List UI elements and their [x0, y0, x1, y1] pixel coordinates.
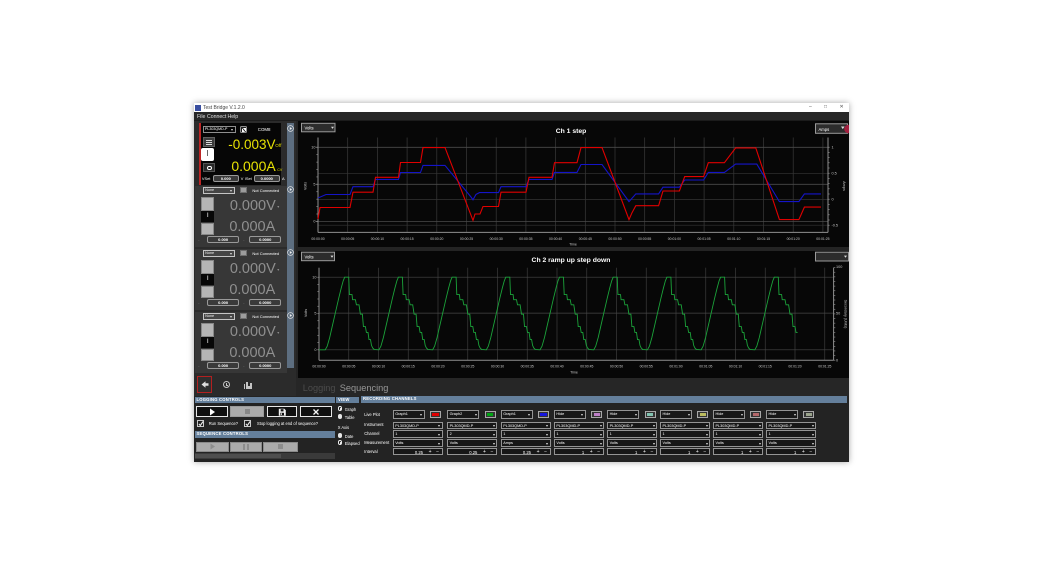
svg-text:Time: Time — [569, 243, 577, 247]
svg-text:Ch 2 ramp up step down: Ch 2 ramp up step down — [532, 257, 611, 264]
svg-text:Volts: Volts — [304, 182, 308, 190]
svg-text:00:00:55: 00:00:55 — [638, 237, 651, 241]
svg-text:00:01:10: 00:01:10 — [727, 237, 740, 241]
svg-text:1: 1 — [832, 146, 834, 150]
svg-text:00:00:45: 00:00:45 — [579, 237, 592, 241]
svg-text:0: 0 — [313, 220, 315, 224]
svg-text:00:00:20: 00:00:20 — [430, 237, 443, 241]
svg-text:00:00:50: 00:00:50 — [608, 237, 621, 241]
svg-text:10: 10 — [311, 146, 315, 150]
svg-text:0: 0 — [836, 359, 838, 363]
svg-text:Volts: Volts — [305, 255, 314, 260]
svg-text:00:00:40: 00:00:40 — [549, 237, 562, 241]
svg-text:00:00:15: 00:00:15 — [400, 237, 413, 241]
svg-text:00:00:00: 00:00:00 — [312, 365, 325, 369]
svg-text:00:00:40: 00:00:40 — [550, 365, 563, 369]
svg-text:00:00:05: 00:00:05 — [341, 237, 354, 241]
svg-text:00:01:25: 00:01:25 — [818, 365, 831, 369]
svg-text:00:01:15: 00:01:15 — [759, 365, 772, 369]
svg-text:00:01:00: 00:01:00 — [668, 237, 681, 241]
svg-text:10: 10 — [312, 276, 316, 280]
svg-text:00:00:25: 00:00:25 — [460, 237, 473, 241]
svg-text:00:01:15: 00:01:15 — [757, 237, 770, 241]
svg-text:00:00:35: 00:00:35 — [519, 237, 532, 241]
svg-text:00:00:10: 00:00:10 — [372, 365, 385, 369]
svg-text:00:00:05: 00:00:05 — [342, 365, 355, 369]
svg-text:00:00:30: 00:00:30 — [491, 365, 504, 369]
svg-text:0.5: 0.5 — [832, 172, 837, 176]
svg-text:00:00:10: 00:00:10 — [371, 237, 384, 241]
svg-text:Time: Time — [570, 371, 578, 375]
svg-text:00:00:15: 00:00:15 — [402, 365, 415, 369]
svg-text:Volts: Volts — [304, 309, 308, 317]
svg-text:0: 0 — [314, 348, 316, 352]
svg-text:00:00:50: 00:00:50 — [610, 365, 623, 369]
svg-text:00:00:45: 00:00:45 — [580, 365, 593, 369]
svg-text:00:00:55: 00:00:55 — [640, 365, 653, 369]
svg-text:Secondary (Units): Secondary (Units) — [844, 300, 848, 329]
svg-text:00:01:20: 00:01:20 — [787, 237, 800, 241]
svg-text:00:00:00: 00:00:00 — [311, 237, 324, 241]
svg-text:00:01:10: 00:01:10 — [729, 365, 742, 369]
svg-text:0: 0 — [832, 198, 834, 202]
svg-text:50: 50 — [836, 312, 840, 316]
svg-text:5: 5 — [313, 183, 315, 187]
svg-text:00:01:20: 00:01:20 — [788, 365, 801, 369]
svg-text:Volts: Volts — [305, 126, 314, 131]
svg-text:00:01:00: 00:01:00 — [669, 365, 682, 369]
svg-text:00:01:05: 00:01:05 — [697, 237, 710, 241]
svg-text:00:01:05: 00:01:05 — [699, 365, 712, 369]
svg-text:00:01:25: 00:01:25 — [816, 237, 829, 241]
svg-text:00:00:20: 00:00:20 — [431, 365, 444, 369]
svg-text:Amps: Amps — [819, 127, 830, 132]
svg-text:Ch 1 step: Ch 1 step — [556, 128, 587, 135]
svg-text:100: 100 — [836, 265, 842, 269]
svg-text:Amps: Amps — [842, 181, 846, 191]
svg-text:5: 5 — [314, 311, 316, 315]
svg-text:00:00:25: 00:00:25 — [461, 365, 474, 369]
svg-text:00:00:30: 00:00:30 — [490, 237, 503, 241]
svg-text:00:00:35: 00:00:35 — [521, 365, 534, 369]
svg-text:-0.5: -0.5 — [832, 224, 839, 228]
